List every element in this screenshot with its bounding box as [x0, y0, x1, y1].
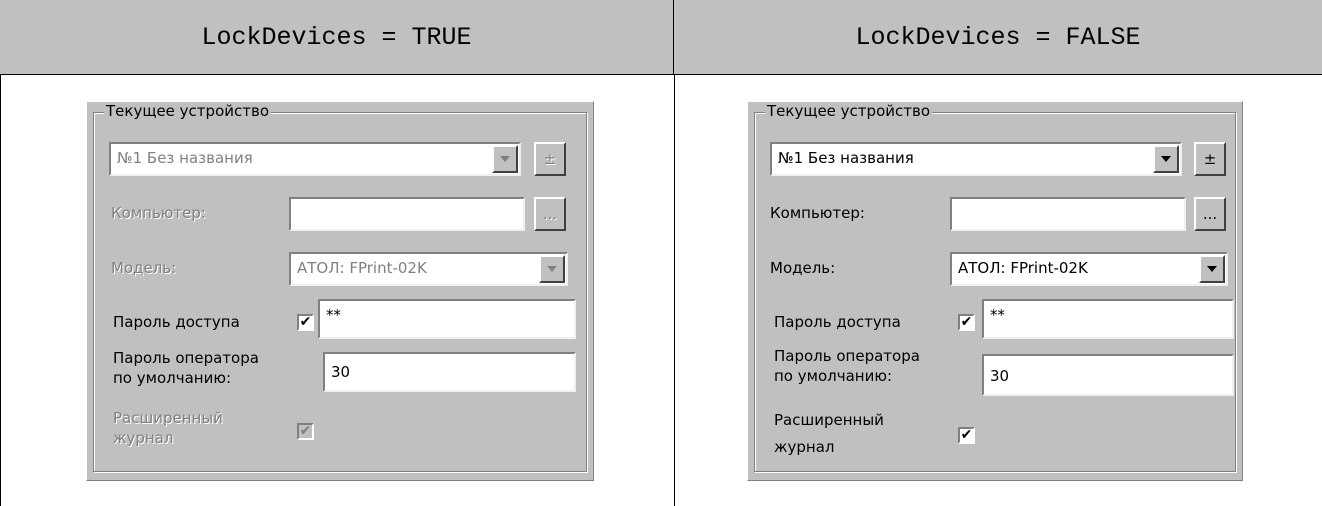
model-select-value: АТОЛ: FPrint-02K — [297, 259, 427, 277]
check-icon: ✔ — [960, 427, 973, 443]
computer-label: Компьютер: — [770, 204, 865, 222]
access-password-input[interactable]: ** — [318, 299, 576, 339]
computer-label: Компьютер: — [111, 204, 206, 222]
ellipsis-icon: ... — [542, 205, 558, 223]
access-password-checkbox[interactable]: ✔ — [958, 314, 975, 331]
model-select[interactable]: АТОЛ: FPrint-02K — [950, 252, 1228, 286]
model-label: Модель: — [111, 259, 177, 277]
device-panel-locked: Текущее устройство №1 Без названия ± Ком… — [86, 101, 594, 481]
check-icon: ✔ — [960, 314, 973, 330]
model-label: Модель: — [770, 259, 836, 277]
operator-password-input[interactable]: 30 — [323, 352, 576, 392]
operator-password-value: 30 — [990, 367, 1010, 385]
extended-log-checkbox[interactable]: ✔ — [958, 427, 975, 444]
add-remove-device-button[interactable]: ± — [1194, 142, 1226, 176]
column-heading-true-text: LockDevices = TRUE — [201, 22, 472, 52]
access-password-label: Пароль доступа — [113, 313, 240, 331]
access-password-checkbox[interactable]: ✔ — [297, 314, 314, 331]
column-heading-true: LockDevices = TRUE — [0, 0, 674, 75]
access-password-input[interactable]: ** — [982, 299, 1234, 339]
chevron-down-icon — [1207, 266, 1217, 272]
plus-minus-icon: ± — [1203, 150, 1217, 168]
operator-password-value: 30 — [331, 363, 351, 381]
operator-password-label-line1: Пароль оператора — [774, 347, 920, 365]
operator-password-label-line2: по умолчанию: — [113, 369, 232, 387]
device-select-dropdown-button[interactable] — [1153, 145, 1179, 173]
browse-computer-button[interactable]: ... — [1194, 197, 1226, 231]
computer-input — [289, 197, 525, 231]
current-device-title: Текущее устройство — [765, 102, 932, 120]
device-select[interactable]: №1 Без названия — [770, 142, 1182, 176]
access-password-value: ** — [326, 306, 341, 324]
ellipsis-icon: ... — [1202, 205, 1218, 223]
table-left-border — [0, 0, 1, 506]
extended-log-label-line2: журнал — [774, 438, 835, 456]
computer-input[interactable] — [950, 197, 1186, 231]
chevron-down-icon — [547, 266, 557, 272]
extended-log-label-line1: Расширенный — [774, 411, 884, 429]
device-select-value: №1 Без названия — [778, 149, 914, 167]
operator-password-label-line1: Пароль оператора — [113, 349, 259, 367]
device-select: №1 Без названия — [109, 142, 521, 176]
device-select-dropdown-button — [492, 145, 518, 173]
check-icon: ✔ — [299, 314, 312, 330]
device-select-value: №1 Без названия — [117, 149, 253, 167]
plus-minus-icon: ± — [543, 150, 557, 168]
current-device-title: Текущее устройство — [104, 102, 271, 120]
extended-log-checkbox: ✔ — [297, 423, 314, 440]
operator-password-input[interactable]: 30 — [982, 354, 1234, 396]
extended-log-label-line2: журнал — [113, 429, 174, 447]
device-panel-unlocked: Текущее устройство №1 Без названия ± Ком… — [747, 101, 1243, 481]
model-select-value: АТОЛ: FPrint-02K — [958, 259, 1088, 277]
column-heading-false-text: LockDevices = FALSE — [855, 22, 1141, 52]
model-select: АТОЛ: FPrint-02K — [289, 252, 568, 286]
column-heading-false: LockDevices = FALSE — [674, 0, 1322, 75]
extended-log-label-line1: Расширенный — [113, 409, 223, 427]
model-select-dropdown-button[interactable] — [1199, 255, 1225, 283]
browse-computer-button: ... — [534, 197, 566, 231]
access-password-label: Пароль доступа — [774, 313, 901, 331]
access-password-value: ** — [990, 306, 1005, 324]
add-remove-device-button: ± — [534, 142, 566, 176]
operator-password-label-line2: по умолчанию: — [774, 367, 893, 385]
check-icon: ✔ — [299, 423, 312, 439]
chevron-down-icon — [500, 156, 510, 162]
table-column-divider — [674, 0, 675, 506]
chevron-down-icon — [1161, 156, 1171, 162]
model-select-dropdown-button — [539, 255, 565, 283]
